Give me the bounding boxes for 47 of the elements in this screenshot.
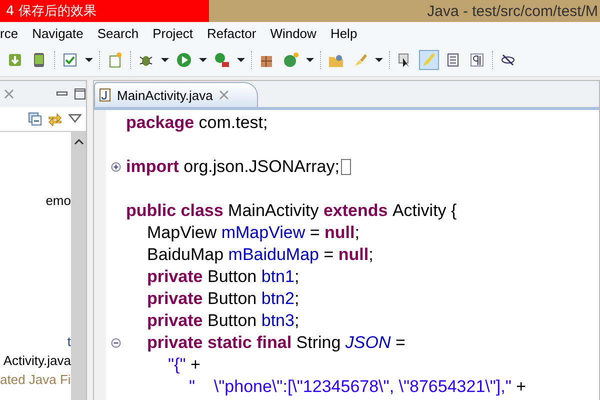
code-line: private Button btn1;: [147, 267, 300, 287]
code-line: "{" +: [168, 355, 200, 375]
tree-item[interactable]: t: [0, 332, 71, 351]
tree-item[interactable]: Activity.java: [0, 351, 71, 370]
java-file-icon: [99, 88, 111, 102]
code-line: private Button btn3;: [147, 311, 300, 331]
window-title: Java - test/src/com/test/M: [427, 2, 598, 20]
menu-item[interactable]: Help: [322, 26, 364, 40]
caret-icon[interactable]: [85, 56, 93, 64]
caret-icon[interactable]: [375, 56, 383, 64]
editor-tab[interactable]: MainActivity.java: [94, 82, 258, 107]
tree-item[interactable]: emo: [0, 191, 71, 210]
menu-item[interactable]: Project: [144, 26, 200, 40]
menu-item[interactable]: Search: [89, 26, 145, 40]
code-line: private static final String JSON =: [147, 333, 406, 353]
run-tool-icon[interactable]: [213, 51, 231, 69]
scrollbar[interactable]: [71, 132, 86, 400]
code-line: import org.json.JSONArray;: [126, 157, 340, 177]
menu-item[interactable]: rce: [0, 26, 24, 40]
expand-icon[interactable]: [111, 162, 121, 172]
menu-item[interactable]: Window: [262, 26, 322, 40]
checkbox-icon[interactable]: [61, 51, 79, 69]
pilcrow-icon[interactable]: [468, 51, 486, 69]
overlay-label: 4 保存后的效果: [0, 0, 209, 22]
menu-item[interactable]: Navigate: [24, 26, 90, 40]
menu-item[interactable]: Refactor: [199, 26, 262, 40]
new-class-icon[interactable]: [282, 51, 300, 69]
caret-icon[interactable]: [306, 56, 314, 64]
link-icon[interactable]: [48, 112, 62, 126]
scroll-up-icon[interactable]: [74, 138, 84, 146]
code-line: public class MainActivity extends Activity {: [126, 201, 457, 221]
close-icon[interactable]: [218, 90, 229, 100]
code-line: MapView mMapView = null;: [147, 223, 360, 243]
run-icon[interactable]: [175, 51, 193, 69]
code-line: private Button btn2;: [147, 289, 300, 309]
code-line: package com.test;: [126, 113, 268, 133]
maximize-icon[interactable]: [74, 88, 86, 100]
caret-icon[interactable]: [199, 56, 207, 64]
caret-icon[interactable]: [161, 56, 169, 64]
folded-code-marker[interactable]: [340, 159, 350, 175]
code-line: " \"phone\":[\"12345678\", \"87654321\"]," +: [189, 377, 526, 397]
code-line: BaiduMap mBaiduMap = null;: [147, 245, 374, 265]
collapse-icon[interactable]: [111, 338, 121, 348]
decoration-label: ated Java Fil: [0, 371, 71, 389]
caret-icon[interactable]: [237, 56, 245, 64]
download-icon[interactable]: [6, 51, 24, 69]
collapse-all-icon[interactable]: [28, 112, 42, 126]
